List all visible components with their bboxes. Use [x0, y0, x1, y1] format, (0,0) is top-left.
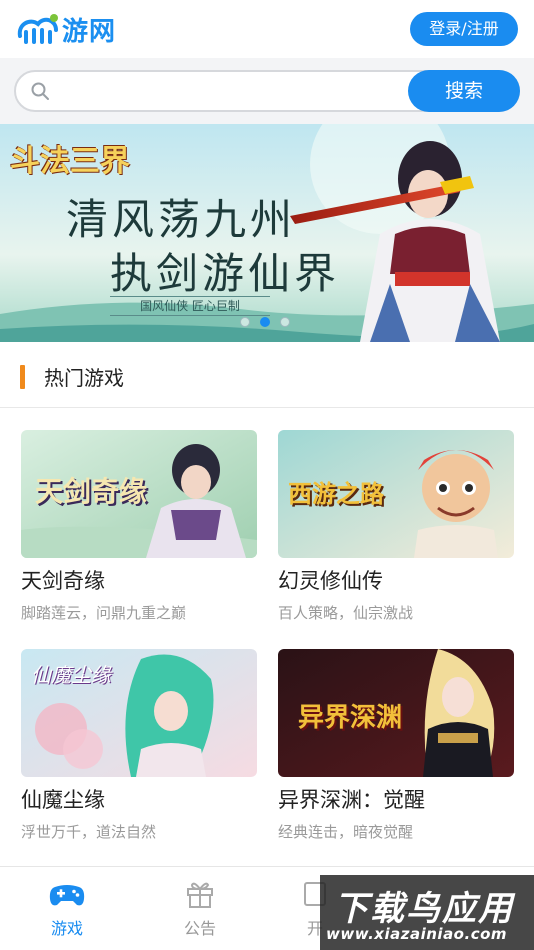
carousel-dot[interactable] — [240, 317, 250, 327]
app-header: 游网 登录/注册 — [0, 0, 534, 58]
game-card[interactable]: 仙魔尘缘 仙魔尘缘 浮世万千，道法自然 — [21, 649, 257, 843]
hot-games-header: 热门游戏 — [0, 342, 534, 408]
tab-label: 游戏 — [50, 919, 83, 938]
search-box: 搜索 — [14, 70, 520, 112]
game-name[interactable]: 异界深渊：觉醒 — [278, 785, 514, 815]
banner-slogan-line2: 执剑游仙界 — [110, 249, 341, 298]
game-card[interactable]: 西游之路 幻灵修仙传 百人策略，仙宗激战 — [278, 430, 514, 624]
banner-carousel[interactable]: 斗法三界 清风荡九州 执剑游仙界 国风仙侠 匠心巨制 — [0, 124, 534, 342]
game-description: 经典连击，暗夜觉醒 — [278, 823, 414, 841]
game-thumbnail[interactable]: 仙魔尘缘 — [21, 649, 257, 777]
game-description: 脚踏莲云，问鼎九重之巅 — [21, 604, 187, 622]
game-card[interactable]: 异界深渊 异界深渊：觉醒 经典连击，暗夜觉醒 — [278, 649, 514, 843]
carousel-indicators — [240, 317, 290, 327]
game-thumbnail[interactable]: 天剑奇缘 — [21, 430, 257, 558]
watermark-url: www.xiazainiao.com — [326, 925, 508, 943]
carousel-dot[interactable] — [280, 317, 290, 327]
gift-icon — [187, 882, 213, 908]
section-accent-bar — [20, 365, 25, 389]
thumbnail-title: 异界深渊 — [298, 703, 403, 733]
section-title: 热门游戏 — [44, 366, 124, 390]
game-card[interactable]: 天剑奇缘 天剑奇缘 脚踏莲云，问鼎九重之巅 — [21, 430, 257, 624]
game-name[interactable]: 仙魔尘缘 — [21, 785, 257, 815]
site-logo[interactable]: 游网 — [16, 10, 116, 48]
tab-games[interactable]: 游戏 — [22, 879, 112, 939]
watermark: 下载鸟应用 www.xiazainiao.com — [320, 875, 534, 950]
login-register-button[interactable]: 登录/注册 — [410, 12, 518, 46]
game-thumbnail[interactable]: 西游之路 — [278, 430, 514, 558]
thumbnail-title: 西游之路 — [288, 479, 384, 508]
tab-announcements[interactable]: 公告 — [155, 879, 245, 939]
banner-slogan-line1: 清风荡九州 — [66, 195, 297, 244]
game-description: 浮世万千，道法自然 — [21, 823, 157, 841]
game-thumbnail[interactable]: 异界深渊 — [278, 649, 514, 777]
search-input[interactable] — [62, 78, 402, 104]
game-name[interactable]: 天剑奇缘 — [21, 566, 257, 596]
logo-icon — [17, 14, 58, 44]
gamepad-icon — [49, 885, 85, 906]
game-name[interactable]: 幻灵修仙传 — [278, 566, 514, 596]
search-bar: 搜索 — [0, 58, 534, 124]
search-button[interactable]: 搜索 — [408, 70, 520, 112]
thumbnail-title: 仙魔尘缘 — [31, 663, 111, 687]
carousel-dot-active[interactable] — [260, 317, 270, 327]
watermark-title: 下载鸟应用 — [334, 889, 514, 929]
search-icon — [31, 82, 49, 100]
game-description: 百人策略，仙宗激战 — [278, 604, 414, 622]
banner-game-logo: 斗法三界 — [10, 144, 130, 179]
tab-label: 公告 — [183, 919, 216, 938]
logo-text: 游网 — [62, 16, 117, 47]
thumbnail-title: 天剑奇缘 — [35, 475, 148, 508]
banner-tagline: 国风仙侠 匠心巨制 — [110, 296, 270, 316]
